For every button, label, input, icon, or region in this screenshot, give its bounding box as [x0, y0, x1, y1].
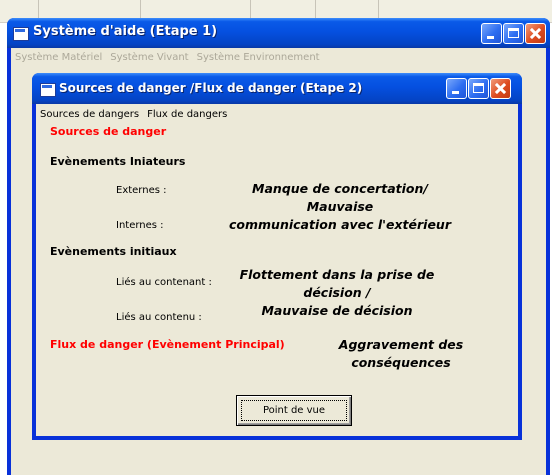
outer-window-title: Système d'aide (Etape 1): [33, 24, 218, 39]
externes-value-line2: communication avec l'extérieur: [229, 217, 451, 232]
maximize-icon: [473, 83, 484, 93]
flux-value-line1: Aggravement des: [338, 337, 464, 352]
inner-window-client: Sources de dangers Flux de dangers Sourc…: [36, 104, 518, 436]
menu-flux-de-dangers[interactable]: Flux de dangers: [147, 109, 227, 120]
menu-systeme-vivant[interactable]: Système Vivant: [110, 52, 188, 63]
maximize-icon: [508, 28, 519, 38]
inner-maximize-button[interactable]: [468, 78, 489, 99]
point-de-vue-label: Point de vue: [262, 405, 326, 416]
inner-window-icon[interactable]: [40, 83, 56, 97]
contenant-label: Liés au contenant :: [116, 277, 212, 288]
flux-value: Aggravement des conséquences: [326, 336, 476, 372]
internes-label: Internes :: [116, 220, 164, 231]
menu-systeme-materiel[interactable]: Système Matériel: [15, 52, 102, 63]
sources-heading: Sources de danger: [50, 125, 167, 138]
inner-window-title: Sources de danger /Flux de danger (Etape…: [59, 81, 363, 95]
contenu-label: Liés au contenu :: [116, 312, 202, 323]
inner-menu-bar: Sources de dangers Flux de dangers: [36, 106, 227, 122]
point-de-vue-button[interactable]: Point de vue: [236, 395, 352, 426]
outer-close-button[interactable]: [525, 23, 546, 44]
outer-minimize-button[interactable]: [481, 23, 502, 44]
minimize-icon: [487, 36, 494, 39]
externes-label: Externes :: [116, 185, 167, 196]
evenements-iniateurs-heading: Evènements Iniateurs: [50, 155, 186, 168]
outer-maximize-button[interactable]: [503, 23, 524, 44]
outer-title-bar[interactable]: Système d'aide (Etape 1): [7, 18, 550, 48]
contenant-value-line2: Mauvaise de décision: [261, 303, 413, 318]
outer-menu-bar: Système Matériel Système Vivant Système …: [11, 48, 550, 66]
menu-systeme-environnement[interactable]: Système Environnement: [197, 52, 320, 63]
flux-heading: Flux de danger (Evènement Principal): [50, 338, 285, 351]
inner-minimize-button[interactable]: [446, 78, 467, 99]
menu-sources-de-dangers[interactable]: Sources de dangers: [40, 109, 139, 120]
close-icon: [491, 79, 510, 98]
evenements-initiaux-heading: Evènements initiaux: [50, 245, 177, 258]
externes-value-line1: Manque de concertation/ Mauvaise: [252, 181, 428, 214]
inner-title-bar[interactable]: Sources de danger /Flux de danger (Etape…: [32, 73, 522, 104]
externes-value: Manque de concertation/ Mauvaise communi…: [220, 180, 460, 234]
flux-value-line2: conséquences: [351, 355, 451, 370]
app-window-icon[interactable]: [13, 27, 29, 41]
minimize-icon: [452, 91, 459, 94]
inner-close-button[interactable]: [490, 78, 511, 99]
contenant-value-line1: Flottement dans la prise de décision /: [239, 267, 435, 300]
contenant-value: Flottement dans la prise de décision / M…: [212, 266, 462, 320]
close-icon: [526, 24, 545, 43]
inner-window: Sources de danger /Flux de danger (Etape…: [32, 73, 522, 440]
